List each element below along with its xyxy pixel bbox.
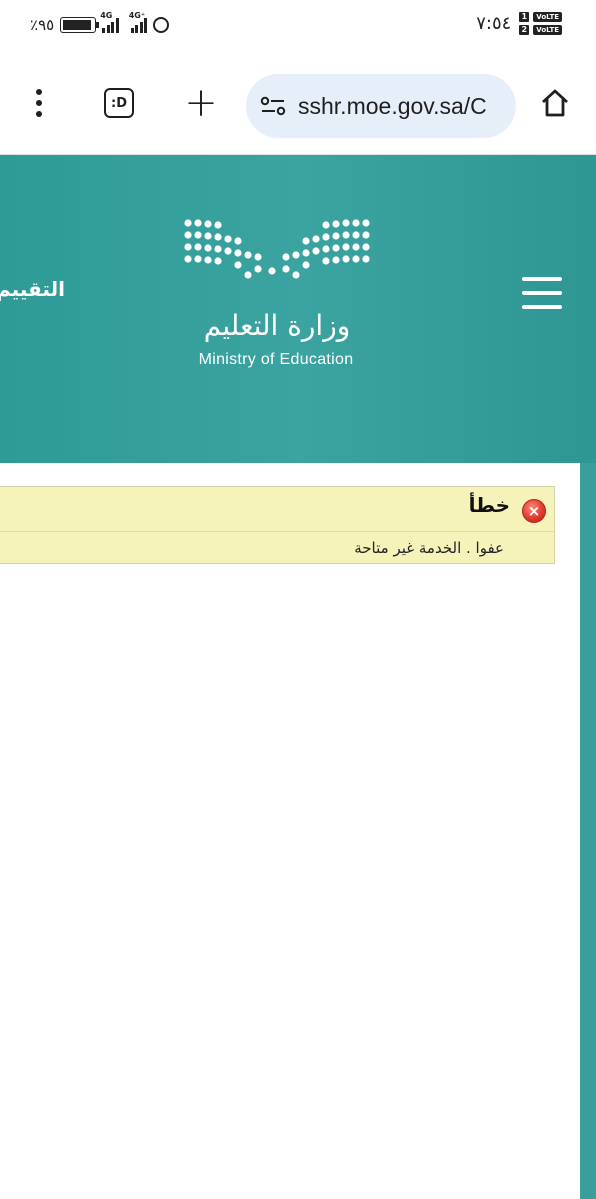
volte-badge-2: VoLTE bbox=[533, 25, 562, 35]
sim1-badge: 1 bbox=[519, 12, 530, 22]
home-button[interactable] bbox=[530, 78, 580, 128]
more-vert-icon bbox=[36, 89, 42, 117]
tab-switcher-button[interactable]: :D bbox=[94, 78, 144, 128]
address-bar[interactable]: sshr.moe.gov.sa/C bbox=[246, 74, 516, 138]
logo-dots-icon bbox=[184, 219, 370, 279]
new-tab-button[interactable]: + bbox=[176, 78, 226, 128]
site-settings-icon[interactable] bbox=[260, 96, 286, 116]
clock: ٧:٥٤ bbox=[476, 13, 512, 34]
volte-badge-1: VoLTE bbox=[533, 12, 562, 22]
ministry-logo: وزارة التعليم Ministry of Education bbox=[176, 217, 376, 368]
signal-icon-sim1: 4G bbox=[100, 11, 119, 33]
plus-icon: + bbox=[184, 80, 218, 126]
nav-link-evaluation[interactable]: التقييم bbox=[0, 277, 68, 301]
logo-english-text: Ministry of Education bbox=[198, 351, 354, 368]
sim2-badge: 2 bbox=[519, 25, 530, 35]
more-menu-button[interactable] bbox=[14, 78, 64, 128]
home-icon bbox=[542, 89, 568, 117]
site-header: التقييم وزارة التعليم Ministry of Educat… bbox=[0, 155, 596, 463]
logo-arabic-text: وزارة التعليم bbox=[203, 309, 351, 342]
content-area bbox=[0, 463, 596, 1199]
alarm-icon bbox=[153, 17, 170, 33]
status-bar-left: ٪٩٥ 4G 4G⁺ bbox=[30, 11, 170, 34]
error-box: × خطأ عفوا . الخدمة غير متاحة bbox=[0, 486, 555, 564]
url-text[interactable]: sshr.moe.gov.sa/C bbox=[298, 93, 487, 120]
hamburger-menu-button[interactable] bbox=[522, 277, 562, 309]
network-type-2: 4G⁺ bbox=[128, 11, 146, 20]
battery-percent: ٪٩٥ bbox=[30, 16, 55, 34]
error-icon: × bbox=[522, 499, 546, 523]
volte-indicators: 1 VoLTE 2 VoLTE bbox=[519, 12, 562, 35]
error-title: خطأ bbox=[468, 493, 510, 517]
status-bar: ٪٩٥ 4G 4G⁺ ٧:٥٤ 1 VoLTE 2 VoLTE bbox=[0, 0, 596, 58]
signal-icon-sim2: 4G⁺ bbox=[129, 11, 148, 33]
menu-icon bbox=[522, 277, 562, 281]
error-message: عفوا . الخدمة غير متاحة bbox=[354, 539, 504, 557]
tabs-icon: :D bbox=[104, 88, 134, 118]
side-bar-accent bbox=[580, 463, 596, 1199]
browser-toolbar: :D + sshr.moe.gov.sa/C bbox=[0, 58, 596, 155]
battery-icon bbox=[60, 17, 100, 33]
error-header: × خطأ bbox=[0, 487, 554, 532]
status-bar-right: ٧:٥٤ 1 VoLTE 2 VoLTE bbox=[476, 12, 562, 35]
network-type-1: 4G bbox=[100, 11, 113, 20]
